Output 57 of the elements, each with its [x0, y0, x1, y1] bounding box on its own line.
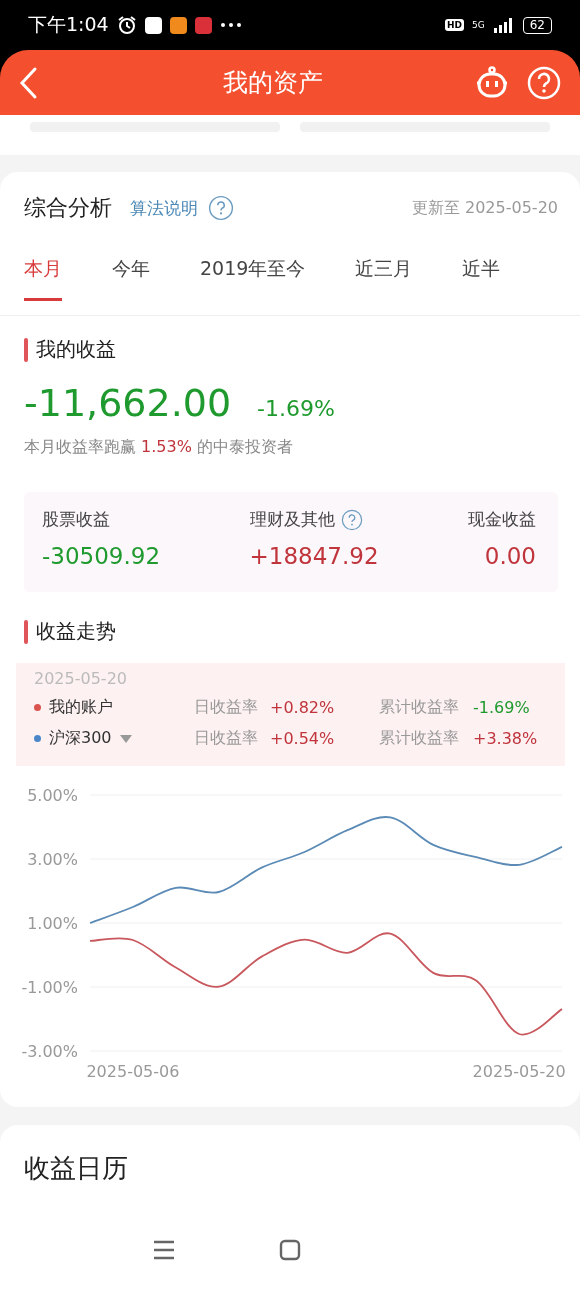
y-axis-label: 3.00%	[27, 850, 78, 869]
caret-icon[interactable]	[119, 734, 132, 743]
hd-badge: HD	[445, 19, 464, 31]
menu-icon[interactable]	[153, 1240, 175, 1260]
ranking-text: 本月收益率跑赢 1.53% 的中泰投资者	[24, 437, 294, 458]
total-rate-label: 累计收益率	[379, 728, 459, 749]
period-tab[interactable]: 2019年至今	[200, 244, 306, 315]
period-tab[interactable]: 近半	[462, 244, 501, 315]
x-axis-label: 2025-05-20	[472, 1062, 566, 1081]
income-rate: -1.69%	[257, 396, 335, 421]
more-icon	[219, 22, 242, 28]
daily-rate-label: 日收益率	[194, 728, 258, 749]
total-rate-value: +3.38%	[473, 729, 538, 748]
period-tab[interactable]: 今年	[112, 244, 150, 315]
income-value: 0.00	[484, 543, 536, 569]
alarm-icon	[116, 15, 137, 35]
signal-icon	[492, 17, 515, 33]
legend-name: 我的账户	[49, 697, 113, 718]
total-rate-value: -1.69%	[473, 698, 530, 717]
income-label: 股票收益	[42, 508, 110, 531]
y-axis-label: 1.00%	[27, 914, 78, 933]
home-icon[interactable]	[279, 1239, 301, 1261]
daily-rate-value: +0.54%	[270, 729, 335, 748]
period-tab[interactable]: 本月	[24, 244, 62, 301]
legend-name[interactable]: 沪深300	[49, 728, 112, 749]
daily-rate-label: 日收益率	[194, 697, 258, 718]
help-icon[interactable]	[526, 64, 562, 101]
income-amount: -11,662.00	[24, 381, 232, 425]
income-label: 理财及其他	[249, 508, 335, 531]
clock-time: 下午1:04	[28, 12, 109, 37]
section-title: 收益走势	[36, 618, 116, 645]
method-link[interactable]: 算法说明	[130, 196, 198, 220]
section-title: 综合分析	[24, 194, 112, 222]
x-axis-label: 2025-05-06	[86, 1062, 180, 1081]
app-notification-icon	[194, 16, 212, 34]
section-title: 收益日历	[24, 1152, 129, 1185]
update-date: 更新至 2025-05-20	[411, 197, 558, 219]
total-rate-label: 累计收益率	[379, 697, 459, 718]
app-notification-icon	[144, 16, 162, 34]
help-icon[interactable]	[340, 508, 363, 531]
y-axis-label: -3.00%	[21, 1042, 78, 1061]
income-label: 现金收益	[468, 508, 536, 531]
battery-level: 62	[522, 16, 552, 34]
robot-icon[interactable]	[474, 64, 510, 101]
income-value: -30509.92	[42, 543, 161, 569]
period-tab[interactable]: 近三月	[355, 244, 413, 315]
network-type: 5G	[472, 20, 485, 30]
y-axis-label: 5.00%	[27, 786, 78, 805]
page-title: 我的资产	[222, 67, 324, 99]
section-title: 我的收益	[36, 336, 116, 363]
income-value: +18847.92	[249, 543, 379, 569]
daily-rate-value: +0.82%	[270, 698, 335, 717]
app-notification-icon	[169, 16, 187, 34]
back-icon[interactable]	[18, 65, 38, 100]
help-icon[interactable]	[208, 195, 234, 221]
legend-date: 2025-05-20	[34, 669, 128, 688]
y-axis-label: -1.00%	[21, 978, 78, 997]
